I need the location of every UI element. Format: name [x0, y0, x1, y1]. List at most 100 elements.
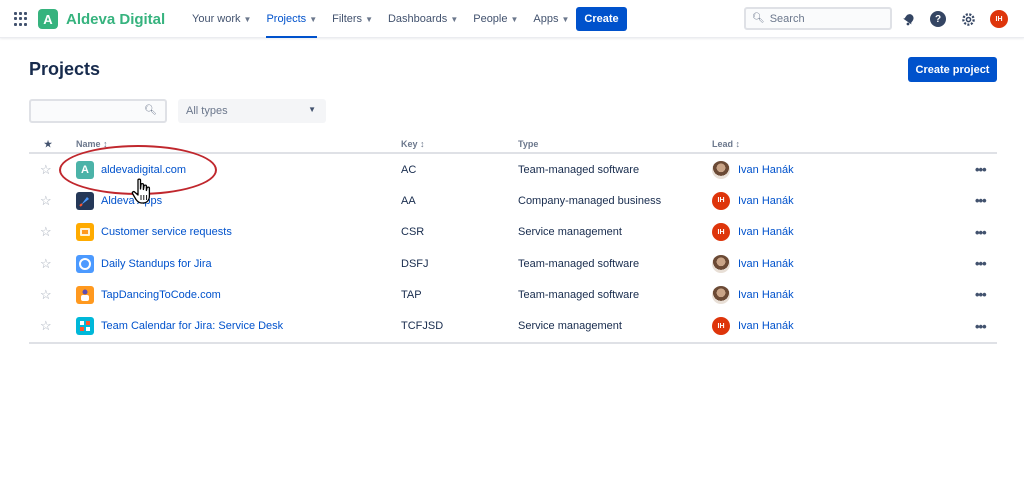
nav-apps[interactable]: Apps ▼ [533, 0, 569, 38]
nav-your-work[interactable]: Your work ▼ [192, 0, 251, 38]
lead-avatar-photo [712, 160, 730, 179]
help-icon[interactable]: ? [929, 10, 947, 28]
nav-apps-label: Apps [533, 13, 559, 25]
nav-filters-label: Filters [332, 13, 363, 25]
create-project-button[interactable]: Create project [908, 57, 997, 82]
table-row[interactable]: ☆ Daily Standups for Jira DSFJ Team-mana… [29, 248, 997, 279]
star-icon[interactable]: ☆ [40, 154, 52, 185]
project-type: Service management [518, 226, 622, 239]
chevron-down-icon: ▼ [510, 14, 519, 24]
brand-name: Aldeva Digital [66, 10, 166, 28]
nav-people-label: People [473, 13, 508, 25]
table-row[interactable]: ☆ TapDancingToCode.com TAP Team-managed … [29, 279, 997, 310]
app-switcher-icon[interactable] [14, 12, 28, 26]
project-type: Team-managed software [518, 288, 640, 301]
create-button[interactable]: Create [576, 7, 627, 31]
chevron-down-icon: ▼ [309, 14, 318, 24]
project-lead-link[interactable]: Ivan Hanák [738, 164, 794, 176]
column-name-label: Name [76, 139, 101, 149]
project-lead-link[interactable]: Ivan Hanák [738, 320, 794, 332]
search-icon: 🔍︎ [144, 105, 157, 116]
brand-logo[interactable]: A Aldeva Digital [38, 9, 165, 29]
search-input[interactable] [769, 12, 880, 25]
project-key: DSFJ [401, 257, 429, 270]
project-type: Company-managed business [518, 194, 662, 207]
table-row[interactable]: ☆ Team Calendar for Jira: Service Desk T… [29, 310, 997, 341]
person-icon [76, 285, 94, 304]
project-lead-cell: IH Ivan Hanák [712, 185, 794, 216]
more-actions-icon[interactable]: ••• [975, 248, 987, 279]
table-row[interactable]: ☆ Customer service requests CSR Service … [29, 217, 997, 248]
project-name-link[interactable]: TapDancingToCode.com [101, 289, 221, 301]
project-name-link[interactable]: Daily Standups for Jira [101, 258, 212, 270]
column-key[interactable]: Key ↕ [401, 139, 425, 149]
nav-filters[interactable]: Filters ▼ [332, 0, 373, 38]
column-type[interactable]: Type [518, 139, 538, 149]
notifications-icon[interactable] [900, 10, 918, 28]
project-lead-cell: Ivan Hanák [712, 279, 794, 310]
settings-icon[interactable] [959, 10, 977, 28]
table-row[interactable]: ☆ Aldeva Apps AA Company-managed busines… [29, 185, 997, 216]
help-glyph: ? [930, 11, 946, 27]
column-name[interactable]: Name ↕ [76, 139, 108, 149]
project-name-link[interactable]: Team Calendar for Jira: Service Desk [101, 320, 283, 332]
more-actions-icon[interactable]: ••• [975, 185, 987, 216]
chevron-down-icon: ▼ [365, 14, 373, 24]
project-lead-link[interactable]: Ivan Hanák [738, 289, 794, 301]
column-key-label: Key [401, 139, 418, 149]
project-key: TCFJSD [401, 320, 444, 333]
user-avatar-initials: IH [990, 10, 1008, 28]
star-icon[interactable]: ☆ [40, 310, 52, 341]
project-name-link[interactable]: Customer service requests [101, 226, 232, 238]
global-search[interactable]: 🔍︎ [744, 7, 892, 30]
star-icon[interactable]: ☆ [40, 217, 52, 248]
project-name-link[interactable]: Aldeva Apps [101, 195, 162, 207]
table-row[interactable]: ☆ A aldevadigital.com AC Team-managed so… [29, 154, 997, 185]
top-navigation-bar: A Aldeva Digital Your work ▼ Projects ▼ Fi… [0, 0, 1024, 38]
project-lead-link[interactable]: Ivan Hanák [738, 258, 794, 270]
project-name-cell: Aldeva Apps [76, 185, 162, 216]
nav-dashboards[interactable]: Dashboards ▼ [388, 0, 458, 38]
nav-projects[interactable]: Projects ▼ [266, 0, 317, 38]
project-lead-cell: Ivan Hanák [712, 248, 794, 279]
lead-avatar-initials: IH [712, 317, 730, 336]
project-search[interactable]: 🔍︎ [29, 99, 167, 123]
nav-projects-label: Projects [266, 13, 307, 25]
project-name-link[interactable]: aldevadigital.com [101, 164, 186, 176]
chevron-down-icon: ▼ [308, 105, 316, 114]
project-name-cell: Customer service requests [76, 217, 232, 248]
column-lead-label: Lead [712, 139, 734, 149]
project-type: Service management [518, 320, 622, 333]
type-filter-select[interactable]: All types ▼ [178, 99, 326, 123]
user-avatar[interactable]: IH [990, 10, 1008, 28]
project-search-input[interactable] [37, 105, 147, 117]
project-lead-cell: IH Ivan Hanák [712, 310, 794, 341]
lead-avatar-photo [712, 254, 730, 273]
project-lead-link[interactable]: Ivan Hanák [738, 195, 794, 207]
column-lead[interactable]: Lead ↕ [712, 139, 740, 149]
more-actions-icon[interactable]: ••• [975, 217, 987, 248]
project-lead-link[interactable]: Ivan Hanák [738, 226, 794, 238]
type-filter-value: All types [186, 105, 228, 117]
nav-dashboards-label: Dashboards [387, 13, 448, 25]
nav-people[interactable]: People ▼ [473, 0, 518, 38]
table-body: ☆ A aldevadigital.com AC Team-managed so… [29, 154, 997, 342]
project-lead-cell: Ivan Hanák [712, 154, 794, 185]
chat-icon [76, 254, 94, 273]
nav-your-work-label: Your work [192, 13, 241, 25]
more-actions-icon[interactable]: ••• [975, 310, 987, 341]
star-icon[interactable]: ☆ [40, 248, 52, 279]
calendar-icon [76, 317, 94, 336]
star-icon[interactable]: ☆ [40, 185, 52, 216]
folder-icon [76, 223, 94, 242]
project-key: AC [401, 163, 417, 176]
project-name-cell: Team Calendar for Jira: Service Desk [76, 310, 283, 341]
starred-column-icon[interactable]: ★ [44, 139, 52, 150]
lead-avatar-initials: IH [712, 191, 730, 210]
more-actions-icon[interactable]: ••• [975, 154, 987, 185]
project-key: AA [401, 194, 416, 207]
more-actions-icon[interactable]: ••• [975, 279, 987, 310]
projects-table: ★ Name ↕ Key ↕ Type Lead ↕ ☆ A aldevadig… [29, 136, 997, 344]
project-name-cell: A aldevadigital.com [76, 154, 186, 185]
star-icon[interactable]: ☆ [40, 279, 52, 310]
